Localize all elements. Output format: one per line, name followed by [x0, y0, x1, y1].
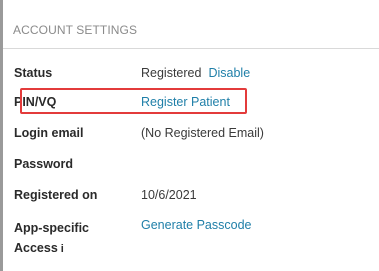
- login-email-label: Login email: [14, 126, 84, 140]
- password-label: Password: [14, 157, 74, 171]
- status-value: Registered: [141, 66, 202, 80]
- registered-on-label: Registered on: [14, 188, 98, 202]
- app-access-label-line2: Access: [14, 241, 58, 255]
- status-value-group: Registered Disable: [141, 66, 250, 80]
- app-access-label: App-specific Access i: [14, 218, 89, 259]
- info-icon[interactable]: i: [61, 243, 64, 255]
- generate-passcode-link[interactable]: Generate Passcode: [141, 218, 252, 232]
- account-settings-panel: ACCOUNT SETTINGS Status Registered Disabl…: [3, 0, 379, 271]
- section-divider: [3, 48, 379, 49]
- section-title: ACCOUNT SETTINGS: [13, 23, 138, 37]
- registered-on-value: 10/6/2021: [141, 188, 197, 202]
- disable-link[interactable]: Disable: [208, 66, 250, 80]
- pin-row-highlight: [20, 88, 247, 114]
- app-access-label-line1: App-specific: [14, 221, 90, 235]
- login-email-value: (No Registered Email): [141, 126, 264, 140]
- app-access-value-group: Generate Passcode: [141, 218, 252, 232]
- account-settings-page: ACCOUNT SETTINGS Status Registered Disabl…: [0, 0, 379, 271]
- status-label: Status: [14, 66, 53, 80]
